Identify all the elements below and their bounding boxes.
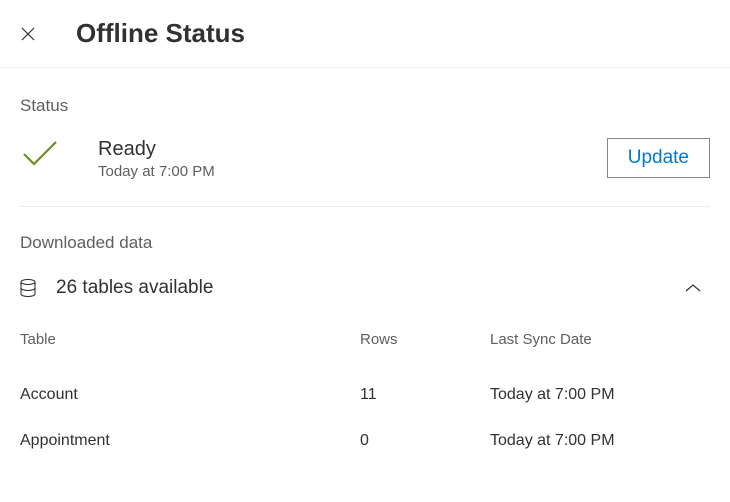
table-row: Account 11 Today at 7:00 PM [20, 372, 710, 418]
cell-sync-date: Today at 7:00 PM [490, 432, 710, 450]
cell-row-count: 0 [360, 432, 490, 450]
col-header-table: Table [20, 331, 360, 348]
database-icon [20, 279, 38, 297]
status-title: Ready [98, 138, 607, 161]
status-row: Ready Today at 7:00 PM Update [20, 138, 710, 207]
table-header: Table Rows Last Sync Date [20, 331, 710, 372]
tables-summary: 26 tables available [56, 277, 213, 299]
chevron-up-icon [684, 283, 704, 293]
status-section-label: Status [20, 96, 710, 116]
page-header: Offline Status [0, 0, 730, 68]
cell-table-name: Appointment [20, 432, 360, 450]
cell-table-name: Account [20, 386, 360, 404]
page-title: Offline Status [76, 18, 245, 49]
tables-list: Table Rows Last Sync Date Account 11 Tod… [20, 331, 710, 464]
tables-summary-wrap: 26 tables available [20, 277, 213, 299]
update-button[interactable]: Update [607, 138, 710, 178]
cell-row-count: 11 [360, 386, 490, 404]
downloaded-label: Downloaded data [20, 233, 710, 253]
downloaded-section: Downloaded data 26 tables available [20, 207, 710, 464]
checkmark-icon [20, 140, 62, 173]
content-area: Status Ready Today at 7:00 PM Update Dow… [0, 68, 730, 464]
status-subtitle: Today at 7:00 PM [98, 163, 607, 180]
status-text: Ready Today at 7:00 PM [98, 138, 607, 180]
table-row: Appointment 0 Today at 7:00 PM [20, 418, 710, 464]
cell-sync-date: Today at 7:00 PM [490, 386, 710, 404]
col-header-rows: Rows [360, 331, 490, 348]
col-header-sync: Last Sync Date [490, 331, 710, 348]
close-icon[interactable] [20, 26, 36, 42]
tables-expand-row[interactable]: 26 tables available [20, 277, 710, 299]
